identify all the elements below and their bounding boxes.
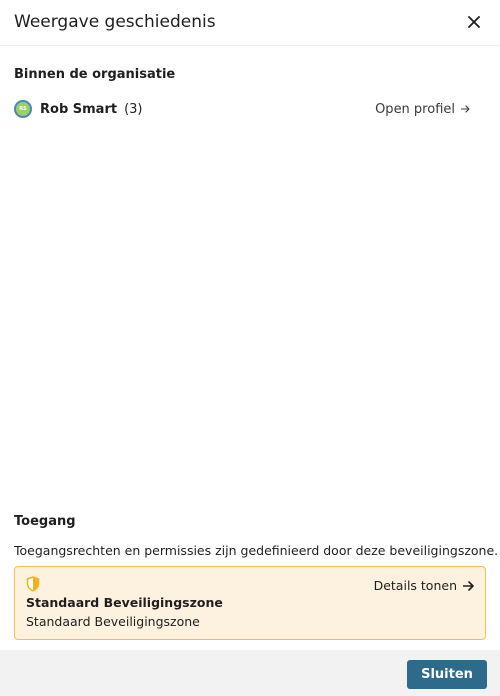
organization-heading: Binnen de organisatie (14, 67, 176, 82)
close-icon[interactable] (464, 12, 484, 32)
user-view-count: (3) (124, 101, 143, 117)
access-heading: Toegang (14, 514, 76, 529)
open-profile-link[interactable]: Open profiel (375, 102, 470, 117)
user-row: RS Rob Smart (3) Open profiel (14, 99, 486, 119)
arrow-right-icon (463, 580, 474, 591)
shield-icon (26, 576, 40, 592)
close-button[interactable]: Sluiten (407, 660, 487, 689)
user-name: Rob Smart (40, 101, 118, 117)
open-profile-label: Open profiel (375, 101, 455, 117)
zone-name: Standaard Beveiligingszone (26, 595, 223, 610)
arrow-right-icon (461, 105, 470, 113)
security-zone-card: Details tonen Standaard Beveiligingszone… (14, 566, 486, 640)
dialog-footer: Sluiten (0, 650, 500, 696)
details-link[interactable]: Details tonen (374, 578, 474, 593)
dialog-header: Weergave geschiedenis (0, 0, 500, 46)
details-label: Details tonen (373, 578, 457, 593)
dialog-title: Weergave geschiedenis (14, 12, 216, 32)
access-description: Toegangsrechten en permissies zijn gedef… (14, 543, 499, 558)
zone-subtitle: Standaard Beveiligingszone (26, 614, 200, 629)
avatar-icon: RS (14, 100, 32, 118)
